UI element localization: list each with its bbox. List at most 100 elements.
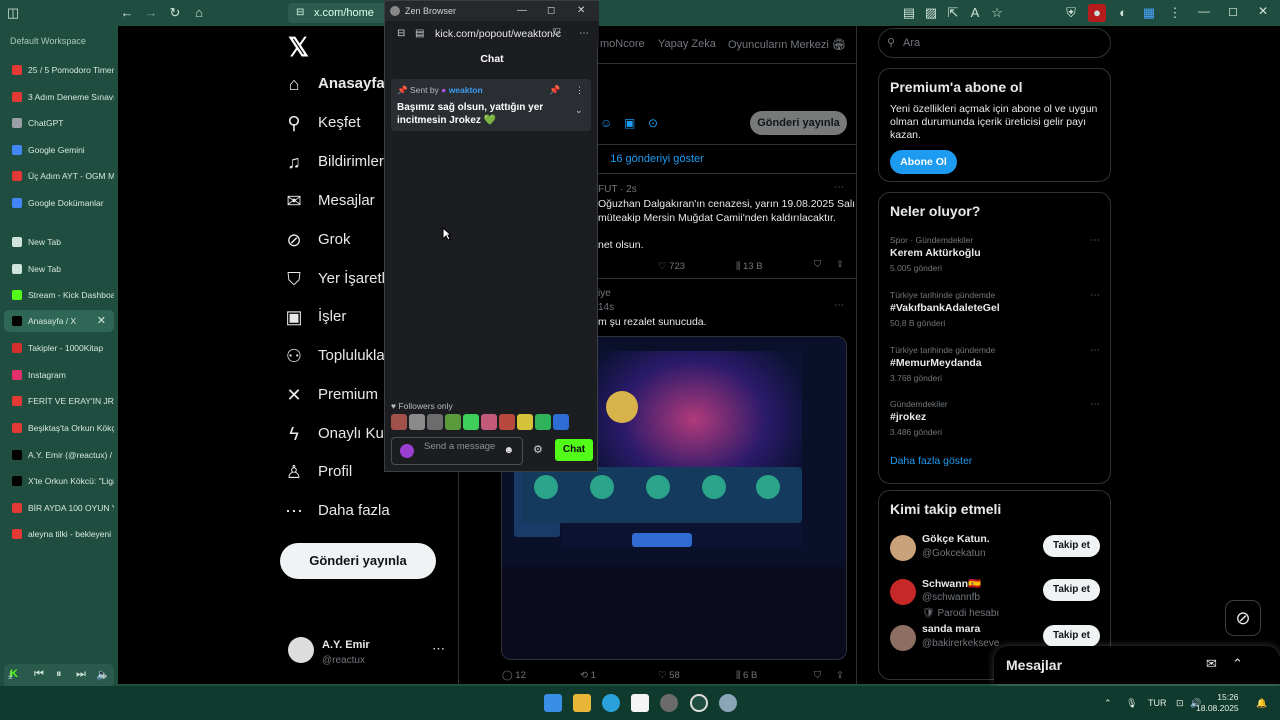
close-icon[interactable]: ✕: [577, 1, 585, 21]
tab-item[interactable]: Üç Adım AYT - OGM M: [4, 165, 114, 187]
chat-message-input[interactable]: Send a message ☻: [391, 437, 523, 465]
search-input[interactable]: ⚲ Ara: [878, 28, 1111, 58]
follow-button[interactable]: Takip et: [1043, 625, 1100, 647]
more-icon[interactable]: ⋯: [1090, 235, 1100, 246]
nav-item[interactable]: ♫ Bildirimler: [284, 147, 384, 177]
like-button[interactable]: ♡ 723: [658, 261, 685, 272]
extension-icon[interactable]: ◐: [1114, 4, 1132, 22]
schedule-icon[interactable]: ▣: [624, 116, 635, 130]
share-icon[interactable]: ⇱: [944, 4, 962, 22]
nav-item[interactable]: ✕ Premium: [284, 380, 378, 410]
home-icon[interactable]: ⌂: [190, 4, 208, 22]
nav-item[interactable]: ⚇ Topluluklar: [284, 341, 390, 371]
tab-item[interactable]: New Tab: [4, 231, 114, 253]
file-explorer-icon[interactable]: [573, 694, 591, 712]
close-icon[interactable]: ✕: [1258, 4, 1268, 18]
bookmark-icon[interactable]: ⛉: [814, 259, 821, 270]
nav-item[interactable]: ▣ İşler: [284, 302, 346, 332]
zen-browser-icon[interactable]: [660, 694, 678, 712]
follow-suggestion[interactable]: Gökçe Katun. @Gokcekatun Takip et: [890, 531, 1104, 575]
add-icon[interactable]: +: [100, 668, 108, 683]
shield-icon[interactable]: ⛨: [1062, 4, 1080, 22]
extension-badge-icon[interactable]: ●: [1088, 4, 1106, 22]
telegram-icon[interactable]: [602, 694, 620, 712]
account-switcher[interactable]: A.Y. Emir @reactux ⋯: [288, 633, 458, 673]
next-icon[interactable]: ⏭: [76, 668, 86, 681]
views-stat[interactable]: ⫼ 13 B: [736, 261, 763, 272]
tray-chevron-icon[interactable]: ⌃: [1104, 686, 1112, 720]
maximize-icon[interactable]: ◻: [1228, 4, 1238, 18]
minimize-icon[interactable]: —: [517, 1, 527, 21]
translate-icon[interactable]: A: [966, 4, 984, 22]
tab-item[interactable]: BİR AYDA 100 OYUN Y: [4, 497, 114, 519]
avatar[interactable]: [890, 625, 916, 651]
tab-item[interactable]: Google Dokümanlar: [4, 192, 114, 214]
settings-gear-icon[interactable]: ⚙: [533, 443, 543, 456]
like-button[interactable]: ♡ 58: [658, 670, 680, 681]
forward-icon[interactable]: →: [142, 4, 160, 22]
nav-item[interactable]: ♙ Profil: [284, 457, 352, 487]
nav-item[interactable]: ⚲ Keşfet: [284, 108, 360, 138]
tab-item[interactable]: A.Y. Emir (@reactux) / X: [4, 444, 114, 466]
location-icon[interactable]: ⊙: [648, 116, 658, 130]
more-icon[interactable]: ⋯: [579, 21, 589, 47]
emote-icon[interactable]: [517, 414, 533, 430]
share-icon[interactable]: ⇪: [836, 259, 844, 270]
share-icon[interactable]: ⇪: [836, 670, 844, 681]
grok-fab-button[interactable]: ⊘: [1225, 600, 1261, 636]
trend-item[interactable]: Spor · Gündemdekiler Kerem Aktürkoğlu 5.00…: [890, 235, 1104, 283]
more-icon[interactable]: ⋯: [834, 182, 844, 193]
tab-item[interactable]: Google Gemini: [4, 139, 114, 161]
reply-button[interactable]: ◯ 12: [502, 670, 526, 681]
popup-url-bar[interactable]: ⊟ ▤ kick.com/popout/weakton/c ⛉ ⋯: [385, 21, 599, 47]
tab-oyuncularin-merkezi[interactable]: Oyuncuların Merkezi 🏟: [728, 38, 846, 51]
tab-item[interactable]: New Tab: [4, 258, 114, 280]
show-more-link[interactable]: Daha fazla göster: [890, 455, 972, 467]
emote-icon[interactable]: [409, 414, 425, 430]
tab-item[interactable]: aleyna tilki - bekleyeni: [4, 523, 114, 545]
pinned-message[interactable]: 📌 Sent by ● weakton Başımız sağ olsun, y…: [391, 79, 591, 131]
notion-icon[interactable]: [631, 694, 649, 712]
tab-monocore[interactable]: moNcore: [600, 38, 645, 50]
expand-icon[interactable]: ⌃: [1232, 656, 1243, 672]
bookmark-star-icon[interactable]: ☆: [988, 4, 1006, 22]
trend-item[interactable]: Gündemdekiler #jrokez 3.486 gönderi ⋯: [890, 399, 1104, 447]
pinned-user[interactable]: weakton: [449, 85, 483, 95]
tab-item[interactable]: X'te Orkun Kökcü: "Liga: [4, 470, 114, 492]
tab-item[interactable]: 3 Adım Deneme Sınavı: [4, 86, 114, 108]
pause-icon[interactable]: ⏸: [56, 668, 62, 681]
prev-icon[interactable]: ⏮: [34, 668, 44, 681]
sidebar-toggle-icon[interactable]: ◫: [4, 4, 22, 22]
network-icon[interactable]: ⊡: [1176, 686, 1184, 720]
nav-item[interactable]: ⋯ Daha fazla: [284, 496, 390, 526]
emote-icon[interactable]: [499, 414, 515, 430]
nav-item[interactable]: ⌂ Anasayfa: [284, 69, 385, 99]
bookmark-icon[interactable]: ⛉: [553, 21, 561, 47]
reader-icon[interactable]: ▤: [900, 4, 918, 22]
menu-icon[interactable]: ⋮: [1166, 4, 1184, 22]
follow-suggestion[interactable]: Schwann🇪🇸 @schwannfb 🛡 Parodi hesabı Takip …: [890, 575, 1104, 619]
messages-drawer[interactable]: Mesajlar ✉ ⌃: [994, 646, 1280, 684]
compose-post-button[interactable]: Gönderi yayınla: [750, 111, 847, 135]
more-icon[interactable]: ⋯: [1090, 290, 1100, 301]
follow-button[interactable]: Takip et: [1043, 579, 1100, 601]
more-icon[interactable]: ⋯: [1090, 345, 1100, 356]
emote-icon[interactable]: [553, 414, 569, 430]
download-icon[interactable]: ⤓: [8, 670, 12, 681]
bookmark-icon[interactable]: ⛉: [814, 670, 821, 681]
mic-icon[interactable]: 🎙: [1126, 686, 1137, 720]
tab-item[interactable]: FERİT VE ERAY'IN JRO: [4, 390, 114, 412]
settings-icon[interactable]: [719, 694, 737, 712]
emote-icon[interactable]: [481, 414, 497, 430]
more-icon[interactable]: ⋯: [432, 641, 445, 657]
repost-button[interactable]: ⟲ 1: [580, 670, 596, 681]
reload-icon[interactable]: ↻: [166, 4, 184, 22]
more-icon[interactable]: ⋯: [834, 300, 844, 311]
emote-icon[interactable]: [427, 414, 443, 430]
new-message-icon[interactable]: ✉: [1206, 656, 1217, 672]
subscribe-button[interactable]: Abone Ol: [890, 150, 957, 174]
emoji-icon[interactable]: ☺: [600, 116, 612, 130]
follow-button[interactable]: Takip et: [1043, 535, 1100, 557]
tab-item[interactable]: Beşiktaş'ta Orkun Kökçü: [4, 417, 114, 439]
tab-item[interactable]: 25 / 5 Pomodoro Timer: [4, 59, 114, 81]
